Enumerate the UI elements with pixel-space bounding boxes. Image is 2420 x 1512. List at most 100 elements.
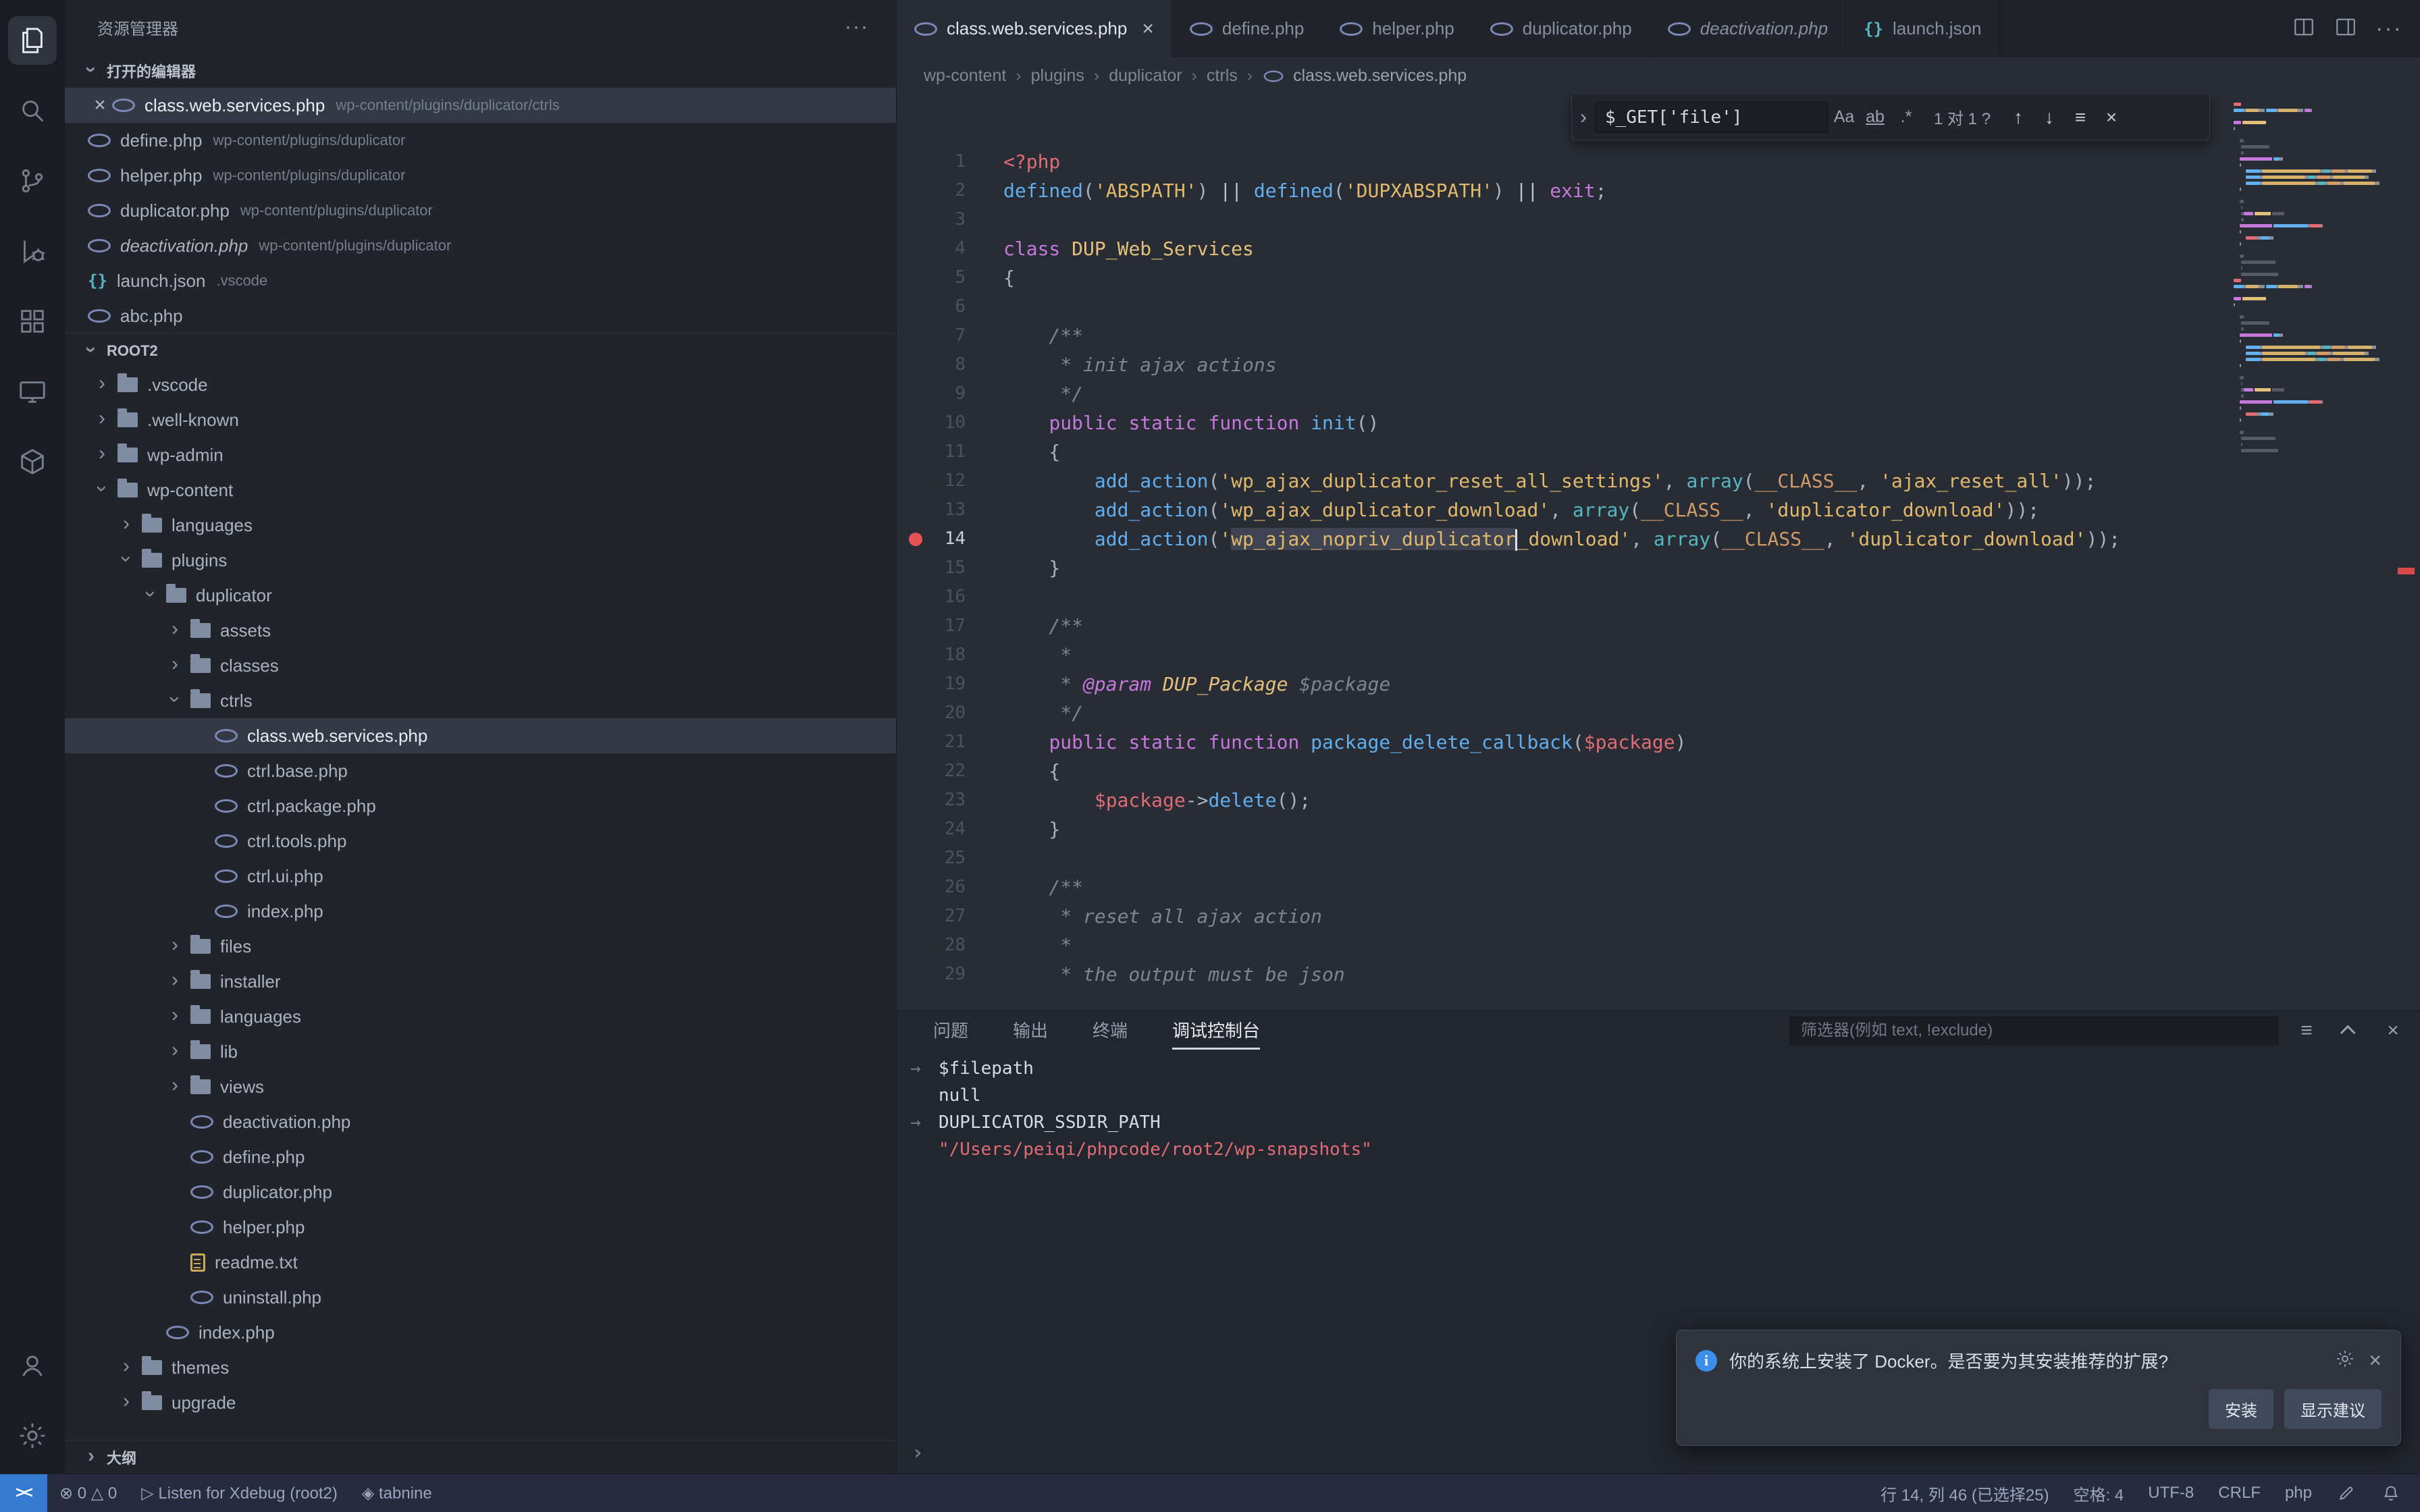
status-item-xdebug-listen[interactable]: ▷ Listen for Xdebug (root2) bbox=[129, 1474, 350, 1512]
close-panel-icon[interactable]: × bbox=[2378, 1016, 2408, 1046]
tree-item-uninstall.php[interactable]: uninstall.php bbox=[65, 1280, 896, 1315]
status-item-notifications[interactable] bbox=[2369, 1474, 2413, 1512]
gutter[interactable]: 29 bbox=[897, 960, 1003, 989]
gutter[interactable]: 18 bbox=[897, 641, 1003, 670]
tab-duplicator.php[interactable]: duplicator.php bbox=[1473, 0, 1650, 57]
gutter[interactable]: 23 bbox=[897, 786, 1003, 815]
breadcrumb-item[interactable]: plugins bbox=[1031, 66, 1084, 86]
gutter[interactable]: 26 bbox=[897, 873, 1003, 902]
panel-tab-问题[interactable]: 问题 bbox=[933, 1011, 968, 1050]
gutter[interactable]: 4 bbox=[897, 234, 1003, 263]
tree-item-ctrls[interactable]: ›ctrls bbox=[65, 683, 896, 718]
tab-launch.json[interactable]: {}launch.json bbox=[1846, 0, 1999, 57]
tree-item-ctrl.base.php[interactable]: ctrl.base.php bbox=[65, 753, 896, 788]
tree-item-.well-known[interactable]: ›.well-known bbox=[65, 402, 896, 437]
gutter[interactable]: 14 bbox=[897, 524, 1003, 554]
regex-button[interactable]: .* bbox=[1891, 102, 1922, 133]
find-in-selection-button[interactable]: ≡ bbox=[2065, 102, 2096, 133]
tree-item-helper.php[interactable]: helper.php bbox=[65, 1210, 896, 1245]
minimap[interactable] bbox=[2221, 101, 2392, 1010]
console-filter-input[interactable] bbox=[1789, 1017, 2278, 1045]
close-notification-icon[interactable]: × bbox=[2369, 1348, 2382, 1373]
activity-item-source-control[interactable] bbox=[5, 146, 59, 216]
previous-match-button[interactable]: ↑ bbox=[2003, 102, 2034, 133]
tree-item-files[interactable]: ›files bbox=[65, 929, 896, 964]
activity-item-explorer[interactable] bbox=[5, 5, 59, 76]
gutter[interactable]: 8 bbox=[897, 350, 1003, 379]
tree-item-languages[interactable]: ›languages bbox=[65, 508, 896, 543]
tree-item-ctrl.tools.php[interactable]: ctrl.tools.php bbox=[65, 824, 896, 859]
tree-item-wp-content[interactable]: ›wp-content bbox=[65, 473, 896, 508]
status-item-eol[interactable]: CRLF bbox=[2206, 1474, 2273, 1512]
open-editor-duplicator.php[interactable]: duplicator.phpwp-content/plugins/duplica… bbox=[65, 193, 896, 228]
gutter[interactable]: 10 bbox=[897, 408, 1003, 437]
gutter[interactable]: 27 bbox=[897, 902, 1003, 931]
status-item-cursor-position[interactable]: 行 14, 列 46 (已选择25) bbox=[1868, 1474, 2061, 1512]
tab-helper.php[interactable]: helper.php bbox=[1322, 0, 1472, 57]
show-recommendations-button[interactable]: 显示建议 bbox=[2284, 1389, 2382, 1429]
tree-item-wp-admin[interactable]: ›wp-admin bbox=[65, 437, 896, 473]
gutter[interactable]: 11 bbox=[897, 437, 1003, 466]
tree-item-duplicator[interactable]: ›duplicator bbox=[65, 578, 896, 613]
editor-layout-icon[interactable] bbox=[2334, 15, 2358, 43]
root2-section-header[interactable]: › ROOT2 bbox=[65, 333, 896, 367]
tree-item-index.php[interactable]: index.php bbox=[65, 1315, 896, 1350]
open-editor-class.web.services.php[interactable]: ×class.web.services.phpwp-content/plugin… bbox=[65, 88, 896, 123]
tree-item-themes[interactable]: ›themes bbox=[65, 1350, 896, 1385]
activity-item-extensions[interactable] bbox=[5, 286, 59, 356]
tree-item-duplicator.php[interactable]: duplicator.php bbox=[65, 1174, 896, 1210]
code-editor[interactable]: 1<?php2defined('ABSPATH') || defined('DU… bbox=[897, 94, 2420, 1010]
breadcrumb-item[interactable]: wp-content bbox=[924, 66, 1006, 86]
gutter[interactable]: 5 bbox=[897, 263, 1003, 292]
tree-item-index.php[interactable]: index.php bbox=[65, 894, 896, 929]
breadcrumb-item[interactable]: duplicator bbox=[1109, 66, 1182, 86]
gutter[interactable]: 15 bbox=[897, 554, 1003, 583]
gutter[interactable]: 24 bbox=[897, 815, 1003, 844]
tree-item-lib[interactable]: ›lib bbox=[65, 1034, 896, 1069]
close-editor-icon[interactable]: × bbox=[88, 94, 112, 117]
gutter[interactable]: 16 bbox=[897, 583, 1003, 612]
find-input[interactable] bbox=[1595, 102, 1829, 133]
activity-item-account[interactable] bbox=[5, 1330, 59, 1401]
breadcrumb-file[interactable]: class.web.services.php bbox=[1262, 66, 1467, 86]
tree-item-ctrl.ui.php[interactable]: ctrl.ui.php bbox=[65, 859, 896, 894]
open-editors-header[interactable]: › 打开的编辑器 bbox=[65, 54, 896, 88]
whole-word-button[interactable]: ab bbox=[1860, 102, 1891, 133]
remote-indicator[interactable]: >< bbox=[0, 1474, 47, 1512]
tree-item-ctrl.package.php[interactable]: ctrl.package.php bbox=[65, 788, 896, 824]
gutter[interactable]: 25 bbox=[897, 844, 1003, 873]
gutter[interactable]: 3 bbox=[897, 205, 1003, 234]
tree-item-.vscode[interactable]: ›.vscode bbox=[65, 367, 896, 402]
status-item-indentation[interactable]: 空格: 4 bbox=[2061, 1474, 2136, 1512]
gutter[interactable]: 13 bbox=[897, 495, 1003, 524]
breakpoint-icon[interactable] bbox=[909, 533, 922, 546]
gutter[interactable]: 28 bbox=[897, 931, 1003, 960]
breadcrumb-item[interactable]: ctrls bbox=[1207, 66, 1238, 86]
panel-tab-输出[interactable]: 输出 bbox=[1013, 1011, 1048, 1050]
tree-item-deactivation.php[interactable]: deactivation.php bbox=[65, 1104, 896, 1139]
status-item-tabnine[interactable]: ◈ tabnine bbox=[350, 1474, 444, 1512]
gutter[interactable]: 9 bbox=[897, 379, 1003, 408]
tree-item-plugins[interactable]: ›plugins bbox=[65, 543, 896, 578]
activity-item-settings[interactable] bbox=[5, 1401, 59, 1471]
gutter[interactable]: 19 bbox=[897, 670, 1003, 699]
notification-settings-gear-icon[interactable] bbox=[2335, 1349, 2355, 1372]
tree-item-installer[interactable]: ›installer bbox=[65, 964, 896, 999]
activity-item-run-and-debug[interactable] bbox=[5, 216, 59, 286]
split-editor-icon[interactable] bbox=[2292, 15, 2316, 43]
gutter[interactable]: 6 bbox=[897, 292, 1003, 321]
tab-class.web.services.php[interactable]: class.web.services.php× bbox=[897, 0, 1172, 57]
gutter[interactable]: 20 bbox=[897, 699, 1003, 728]
open-editor-launch.json[interactable]: {}launch.json.vscode bbox=[65, 263, 896, 298]
gutter[interactable]: 7 bbox=[897, 321, 1003, 350]
tree-item-assets[interactable]: ›assets bbox=[65, 613, 896, 648]
status-item-language-mode[interactable]: php bbox=[2273, 1474, 2324, 1512]
activity-item-references[interactable] bbox=[5, 427, 59, 497]
status-item-problems[interactable]: ⊗ 0 △ 0 bbox=[47, 1474, 129, 1512]
panel-tab-调试控制台[interactable]: 调试控制台 bbox=[1172, 1011, 1260, 1050]
status-item-encoding[interactable]: UTF-8 bbox=[2136, 1474, 2206, 1512]
tab-define.php[interactable]: define.php bbox=[1172, 0, 1322, 57]
open-editor-define.php[interactable]: define.phpwp-content/plugins/duplicator bbox=[65, 123, 896, 158]
activity-item-remote-explorer[interactable] bbox=[5, 356, 59, 427]
tree-item-readme.txt[interactable]: readme.txt bbox=[65, 1245, 896, 1280]
